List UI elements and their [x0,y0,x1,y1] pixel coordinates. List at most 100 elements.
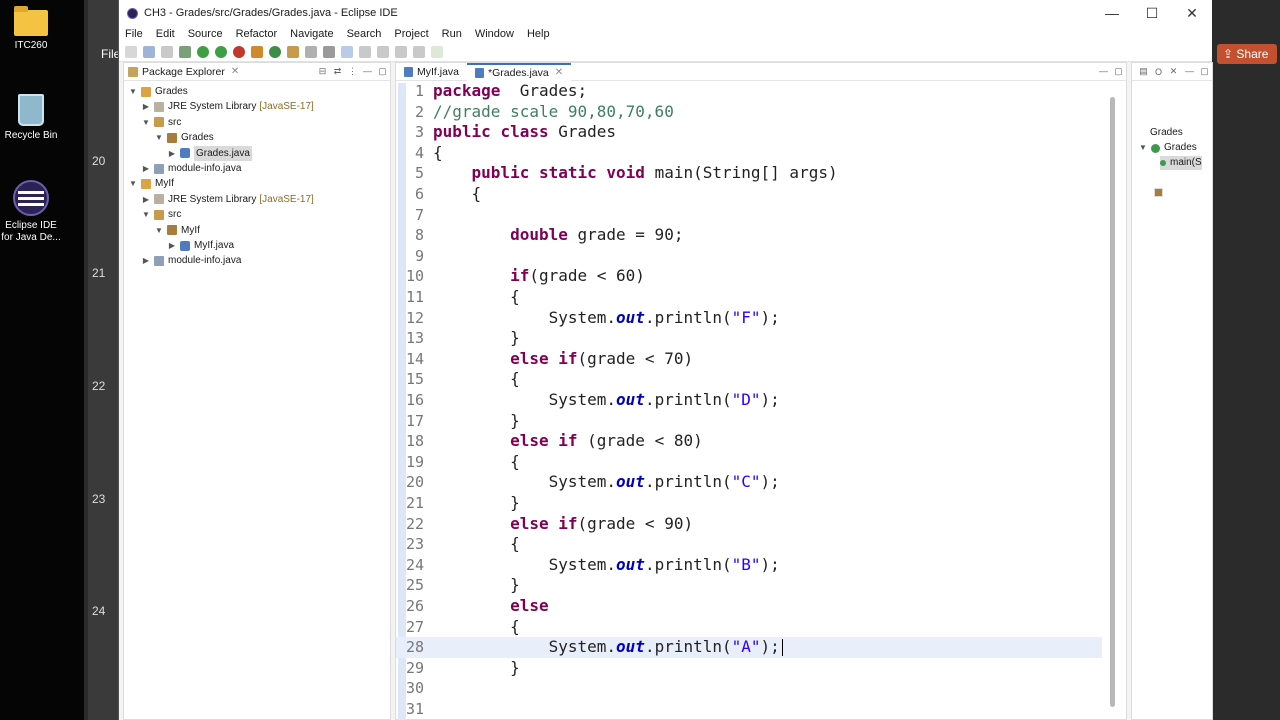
code-line[interactable]: 31 [396,699,1102,720]
code-line[interactable]: 16 System.out.println("D"); [396,390,1102,411]
save-icon[interactable] [143,45,155,58]
tree-item[interactable]: ▼ Grades [128,84,188,99]
close-icon[interactable]: ✕ [555,67,563,78]
code-line[interactable]: 17 } [396,411,1102,432]
open-type-icon[interactable] [287,45,299,58]
menu-window[interactable]: Window [475,28,514,40]
code-line[interactable]: 8 double grade = 90; [396,225,1102,246]
chevron-right-icon[interactable]: ▶ [167,238,177,253]
external-tools-icon[interactable] [233,45,245,58]
code-line[interactable]: 23 { [396,534,1102,555]
tree-item[interactable]: ▶ module-info.java [141,161,241,176]
menu-search[interactable]: Search [347,28,382,40]
tree-item[interactable]: ▶ Grades.java [167,145,252,161]
search-icon[interactable] [305,45,317,58]
close-icon[interactable]: ✕ [1166,66,1181,77]
desktop-icon-itc260[interactable]: ITC260 [0,6,62,52]
tree-item[interactable]: ▼ MyIf [154,223,200,238]
outline-item[interactable]: main(S [1160,156,1202,170]
menu-edit[interactable]: Edit [156,28,175,40]
task-list-icon[interactable]: O [1151,67,1166,77]
chevron-right-icon[interactable]: ▶ [141,192,151,207]
close-button[interactable]: ✕ [1172,5,1212,22]
menu-refactor[interactable]: Refactor [236,28,278,40]
chevron-down-icon[interactable]: ▼ [141,115,151,130]
chevron-right-icon[interactable]: ▶ [167,146,177,161]
code-area[interactable]: 1 package Grades; 2 //grade scale 90,80,70,… [396,81,1126,720]
view-menu-icon[interactable]: ⋮ [345,66,360,77]
vertical-scrollbar[interactable] [1110,97,1115,707]
new-icon[interactable] [125,45,137,58]
tab-myif-java[interactable]: MyIf.java [396,63,467,81]
code-line[interactable]: 15 { [396,369,1102,390]
next-annotation-icon[interactable] [359,45,371,58]
tab-grades-java[interactable]: *Grades.java ✕ [467,62,572,81]
code-line[interactable]: 19 { [396,452,1102,473]
code-line[interactable]: 6 { [396,184,1102,205]
collapse-all-icon[interactable]: ⊟ [315,66,330,77]
tree-item[interactable]: ▶ JRE System Library [JavaSE-17] [141,192,314,207]
code-line[interactable]: 20 System.out.println("C"); [396,472,1102,493]
code-line[interactable]: 3 public class Grades [396,122,1102,143]
menu-source[interactable]: Source [188,28,223,40]
menu-file[interactable]: File [125,28,143,40]
minimize-view-icon[interactable]: — [1096,66,1111,77]
code-line[interactable]: 29 } [396,658,1102,679]
coverage-icon[interactable] [215,45,227,58]
tree-item[interactable]: ▼ MyIf [128,176,174,191]
code-line[interactable]: 28 System.out.println("A"); [396,637,1102,658]
minimize-view-icon[interactable]: — [1182,66,1197,77]
chevron-down-icon[interactable]: ▼ [154,130,164,145]
code-line[interactable]: 26 else [396,596,1102,617]
tree-item[interactable]: ▶ MyIf.java [167,238,234,253]
code-line[interactable]: 18 else if (grade < 80) [396,431,1102,452]
close-icon[interactable]: ✕ [231,66,239,77]
package-explorer-tab[interactable]: Package Explorer ✕ ⊟ ⇄ ⋮ — ▢ [124,63,390,81]
chevron-right-icon[interactable]: ▶ [141,161,151,176]
code-line[interactable]: 24 System.out.println("B"); [396,555,1102,576]
maximize-button[interactable]: ☐ [1132,5,1172,22]
pin-editor-icon[interactable] [431,45,443,58]
toggle-breadcrumb-icon[interactable] [341,45,353,58]
outline-item[interactable]: ▼ Grades [1138,141,1197,155]
chevron-right-icon[interactable]: ▶ [141,253,151,268]
new-java-project-icon[interactable] [251,45,263,58]
share-button[interactable]: ⇪ Share [1217,44,1277,64]
minimize-button[interactable]: — [1092,5,1132,22]
chevron-down-icon[interactable]: ▼ [1138,141,1148,155]
code-line[interactable]: 5 public static void main(String[] args) [396,163,1102,184]
chevron-down-icon[interactable]: ▼ [141,207,151,222]
maximize-view-icon[interactable]: ▢ [1197,66,1212,77]
code-line[interactable]: 7 [396,205,1102,226]
chevron-right-icon[interactable]: ▶ [141,99,151,114]
maximize-view-icon[interactable]: ▢ [375,66,390,77]
forward-icon[interactable] [413,45,425,58]
new-class-icon[interactable] [269,45,281,58]
maximize-view-icon[interactable]: ▢ [1111,66,1126,77]
code-line[interactable]: 27 { [396,617,1102,638]
outline-item[interactable]: Grades [1150,126,1183,197]
chevron-down-icon[interactable]: ▼ [128,84,138,99]
link-editor-icon[interactable]: ⇄ [330,66,345,77]
menu-project[interactable]: Project [394,28,428,40]
desktop-icon-eclipse[interactable]: Eclipse IDE for Java De... [0,180,62,244]
code-line[interactable]: 25 } [396,575,1102,596]
minimize-view-icon[interactable]: — [360,66,375,77]
run-icon[interactable] [197,45,209,58]
code-line[interactable]: 10 if(grade < 60) [396,266,1102,287]
debug-icon[interactable] [179,45,191,58]
code-line[interactable]: 30 [396,678,1102,699]
back-icon[interactable] [395,45,407,58]
code-line[interactable]: 22 else if(grade < 90) [396,514,1102,535]
chevron-down-icon[interactable]: ▼ [128,176,138,191]
code-line[interactable]: 1 package Grades; [396,81,1102,102]
previous-annotation-icon[interactable] [377,45,389,58]
menu-help[interactable]: Help [527,28,550,40]
tree-item[interactable]: ▼ src [141,207,181,222]
code-line[interactable]: 11 { [396,287,1102,308]
chevron-down-icon[interactable]: ▼ [154,223,164,238]
save-all-icon[interactable] [161,45,173,58]
tree-item[interactable]: ▶ module-info.java [141,253,241,268]
code-line[interactable]: 14 else if(grade < 70) [396,349,1102,370]
tree-item[interactable]: ▼ src [141,115,181,130]
